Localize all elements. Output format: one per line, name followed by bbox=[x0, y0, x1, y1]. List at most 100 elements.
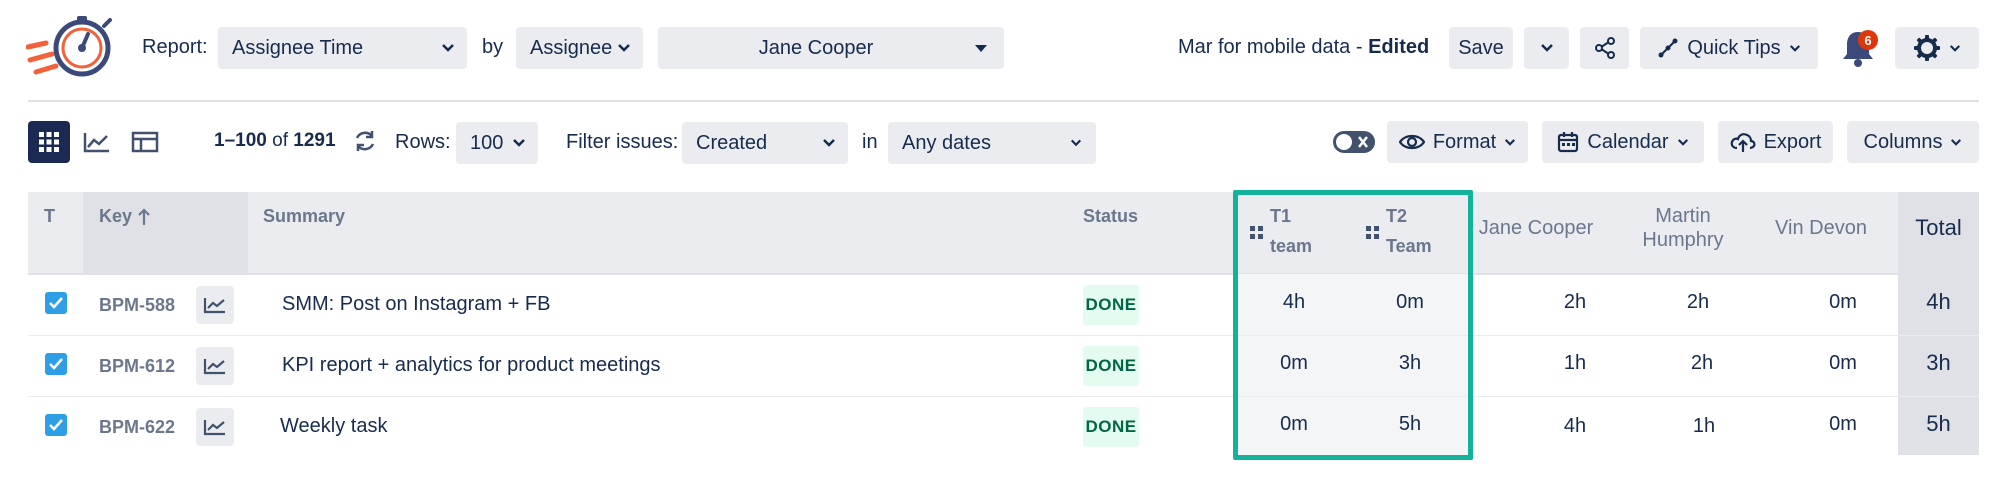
group-by-value: Assignee bbox=[530, 36, 613, 59]
table-row[interactable]: BPM-612 KPI report + analytics for produ… bbox=[28, 336, 1979, 396]
report-edited-status: Edited bbox=[1368, 36, 1430, 58]
chart-view-icon bbox=[83, 133, 109, 153]
filter-issues-label: Filter issues: bbox=[566, 131, 679, 153]
jane-cooper-value: 1h bbox=[1563, 352, 1587, 374]
settings-button[interactable] bbox=[1895, 27, 1979, 69]
martin-humphry-value: 1h bbox=[1692, 415, 1716, 437]
issue-summary[interactable]: SMM: Post on Instagram + FB bbox=[282, 293, 550, 316]
notifications-button[interactable]: 6 bbox=[1838, 26, 1882, 70]
save-button[interactable]: Save bbox=[1449, 27, 1513, 69]
save-options-button[interactable] bbox=[1524, 27, 1569, 69]
export-button[interactable]: Export bbox=[1718, 121, 1833, 163]
format-button[interactable]: Format bbox=[1387, 121, 1528, 163]
checkbox-checked-icon[interactable] bbox=[45, 292, 67, 314]
key-column-label: Key bbox=[99, 206, 133, 226]
quick-tips-label: Quick Tips bbox=[1687, 36, 1781, 59]
issue-key[interactable]: BPM-588 bbox=[99, 295, 175, 316]
filter-issues-value: Created bbox=[696, 131, 768, 154]
save-button-label: Save bbox=[1458, 36, 1504, 59]
status-text: DONE bbox=[1085, 356, 1137, 375]
refresh-button[interactable] bbox=[352, 128, 378, 154]
export-label: Export bbox=[1763, 130, 1822, 153]
status-badge: DONE bbox=[1083, 285, 1139, 325]
issue-summary[interactable]: Weekly task bbox=[280, 415, 387, 438]
issue-key[interactable]: BPM-622 bbox=[99, 417, 175, 438]
grid-view-icon bbox=[39, 132, 59, 152]
table-row[interactable]: BPM-588 SMM: Post on Instagram + FB DONE… bbox=[28, 275, 1979, 335]
trend-button[interactable] bbox=[196, 408, 234, 446]
quick-tips-button[interactable]: Quick Tips bbox=[1640, 27, 1818, 69]
status-badge: DONE bbox=[1083, 346, 1139, 386]
key-column-header-bg bbox=[83, 192, 248, 274]
chevron-down-icon bbox=[1789, 44, 1800, 52]
jane-cooper-value: 2h bbox=[1563, 291, 1587, 313]
chevron-down-icon bbox=[823, 139, 835, 147]
chevron-down-icon bbox=[618, 44, 630, 52]
share-button[interactable] bbox=[1580, 27, 1629, 69]
calendar-button[interactable]: Calendar bbox=[1542, 121, 1704, 163]
trend-button[interactable] bbox=[196, 286, 234, 324]
vin-devon-column-header[interactable]: Vin Devon bbox=[1756, 216, 1886, 240]
refresh-icon bbox=[355, 131, 375, 151]
display-toggle[interactable] bbox=[1332, 130, 1376, 154]
by-label: by bbox=[482, 36, 504, 58]
columns-button[interactable]: Columns bbox=[1847, 121, 1979, 163]
jane-cooper-value: 4h bbox=[1563, 415, 1587, 437]
format-label: Format bbox=[1432, 130, 1497, 153]
type-column-header[interactable]: T bbox=[44, 206, 55, 227]
chevron-down-icon bbox=[1949, 44, 1961, 52]
martin-humphry-column-header[interactable]: Martin Humphry bbox=[1618, 204, 1748, 252]
range-start: 1–100 bbox=[214, 130, 267, 151]
notification-count: 6 bbox=[1864, 32, 1872, 48]
rows-label: Rows: bbox=[395, 131, 451, 153]
table-row[interactable]: BPM-622 Weekly task DONE 0m 5h 4h 1h 0m … bbox=[28, 397, 1979, 457]
checkbox-checked-icon[interactable] bbox=[45, 414, 67, 436]
stopwatch-logo-icon[interactable] bbox=[26, 14, 118, 82]
report-label: Report: bbox=[142, 36, 208, 58]
gear-icon bbox=[1914, 35, 1940, 61]
panel-view-button[interactable] bbox=[124, 121, 166, 163]
rows-select-value: 100 bbox=[470, 131, 504, 154]
report-select-value: Assignee Time bbox=[232, 36, 364, 59]
summary-column-header[interactable]: Summary bbox=[263, 206, 345, 227]
report-select[interactable]: Assignee Time bbox=[218, 27, 467, 69]
trend-icon bbox=[203, 298, 225, 314]
chevron-down-icon bbox=[513, 139, 525, 147]
issue-key[interactable]: BPM-612 bbox=[99, 356, 175, 377]
trend-icon bbox=[203, 359, 225, 375]
chevron-down-icon bbox=[1951, 138, 1962, 146]
key-column-header[interactable]: Key bbox=[99, 206, 150, 227]
person-select-value: Jane Cooper bbox=[758, 36, 874, 59]
status-text: DONE bbox=[1085, 417, 1137, 436]
vin-devon-value: 0m bbox=[1829, 352, 1857, 374]
date-range-select[interactable]: Any dates bbox=[888, 122, 1096, 164]
trend-button[interactable] bbox=[196, 347, 234, 385]
chevron-down-icon bbox=[1540, 44, 1553, 52]
filter-issues-select[interactable]: Created bbox=[682, 122, 848, 164]
in-label: in bbox=[862, 131, 878, 153]
columns-label: Columns bbox=[1863, 130, 1943, 153]
checkbox-checked-icon[interactable] bbox=[45, 353, 67, 375]
person-select[interactable]: Jane Cooper bbox=[658, 27, 1004, 69]
martin-humphry-value: 2h bbox=[1686, 291, 1710, 313]
status-badge: DONE bbox=[1083, 407, 1139, 447]
total-value: 3h bbox=[1926, 350, 1951, 375]
rows-select[interactable]: 100 bbox=[456, 122, 538, 164]
issue-summary[interactable]: KPI report + analytics for product meeti… bbox=[282, 354, 661, 377]
total-column-header[interactable]: Total bbox=[1898, 216, 1979, 240]
jane-cooper-column-header[interactable]: Jane Cooper bbox=[1473, 216, 1599, 240]
martin-line2: Humphry bbox=[1642, 229, 1724, 251]
status-column-header[interactable]: Status bbox=[1083, 206, 1138, 227]
group-by-select[interactable]: Assignee bbox=[516, 27, 643, 69]
report-name: Mar for mobile data - Edited bbox=[1178, 36, 1429, 59]
quick-tips-icon bbox=[1658, 38, 1678, 58]
header-divider bbox=[28, 100, 1979, 102]
chart-view-button[interactable] bbox=[76, 121, 118, 163]
chevron-down-icon bbox=[1070, 139, 1082, 147]
status-text: DONE bbox=[1085, 295, 1137, 314]
chevron-down-icon bbox=[442, 44, 454, 52]
total-value: 4h bbox=[1926, 289, 1951, 314]
grid-view-button[interactable] bbox=[28, 121, 70, 163]
range-of: of bbox=[272, 130, 288, 151]
vin-devon-value: 0m bbox=[1829, 291, 1857, 313]
